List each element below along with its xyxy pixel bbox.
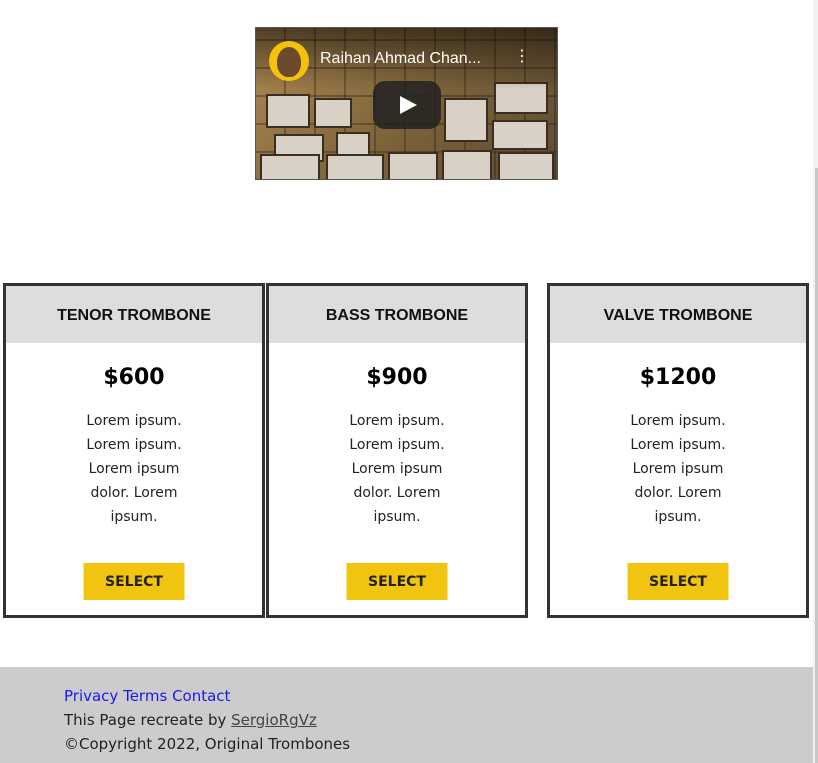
plan-description: Lorem ipsum. Lorem ipsum. Lorem ipsum do…	[630, 413, 726, 525]
video-title[interactable]: Raihan Ahmad Chan...	[320, 50, 510, 68]
play-button-icon[interactable]	[373, 81, 441, 129]
plan-name: VALVE TROMBONE	[550, 286, 806, 343]
plan-description: Lorem ipsum. Lorem ipsum. Lorem ipsum do…	[349, 413, 445, 525]
privacy-link[interactable]: Privacy	[64, 687, 118, 705]
plan-description: Lorem ipsum. Lorem ipsum. Lorem ipsum do…	[86, 413, 182, 525]
youtube-video-embed[interactable]: Raihan Ahmad Chan... ⋮	[255, 27, 558, 180]
thumbnail-photo	[314, 98, 352, 128]
footer: Privacy Terms Contact This Page recreate…	[0, 667, 813, 763]
plan-name: BASS TROMBONE	[269, 286, 525, 343]
thumbnail-photo	[492, 120, 548, 150]
thumbnail-photo	[498, 152, 554, 179]
credit-line: This Page recreate by SergioRgVz	[64, 710, 317, 730]
channel-avatar[interactable]	[269, 41, 309, 81]
select-button[interactable]: SELECT	[346, 563, 448, 600]
plan-price: $1200	[639, 365, 717, 390]
author-link[interactable]: SergioRgVz	[231, 711, 317, 729]
more-options-icon[interactable]: ⋮	[514, 48, 530, 72]
plan-card-bass: BASS TROMBONE $900 Lorem ipsum. Lorem ip…	[266, 283, 528, 618]
contact-link[interactable]: Contact	[172, 687, 230, 705]
thumbnail-photo	[260, 154, 320, 179]
plan-card-tenor: TENOR TROMBONE $600 Lorem ipsum. Lorem i…	[3, 283, 265, 618]
thumbnail-photo	[266, 94, 310, 128]
select-button[interactable]: SELECT	[627, 563, 729, 600]
thumbnail-photo	[388, 152, 438, 179]
thumbnail-photo	[442, 150, 492, 179]
footer-links: Privacy Terms Contact	[64, 686, 230, 706]
plan-price: $600	[103, 365, 165, 390]
copyright-text: ©Copyright 2022, Original Trombones	[64, 735, 351, 753]
plan-name: TENOR TROMBONE	[6, 286, 262, 343]
plan-price: $900	[366, 365, 428, 390]
plan-card-valve: VALVE TROMBONE $1200 Lorem ipsum. Lorem …	[547, 283, 809, 618]
thumbnail-photo	[444, 98, 488, 142]
thumbnail-photo	[326, 154, 384, 179]
select-button[interactable]: SELECT	[83, 563, 185, 600]
credit-text: This Page recreate by	[64, 711, 232, 729]
terms-link[interactable]: Terms	[123, 687, 167, 705]
